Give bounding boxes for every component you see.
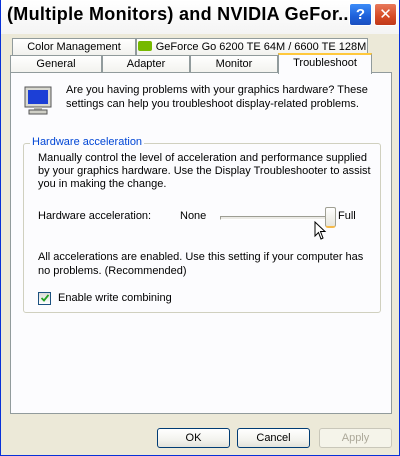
- ok-button[interactable]: OK: [157, 428, 230, 448]
- tab-color-management[interactable]: Color Management: [12, 38, 136, 55]
- slider-min-label: None: [180, 210, 207, 222]
- intro-text: Are you having problems with your graphi…: [66, 84, 368, 110]
- tab-label: General: [36, 58, 76, 70]
- slider-max-label: Full: [338, 210, 356, 222]
- hardware-acceleration-label: Hardware acceleration:: [38, 210, 152, 222]
- tab-adapter[interactable]: Adapter: [102, 55, 190, 73]
- cancel-button[interactable]: Cancel: [237, 428, 310, 448]
- acceleration-slider-track[interactable]: [220, 216, 330, 220]
- tab-label: Monitor: [215, 58, 253, 70]
- help-button[interactable]: ?: [349, 3, 372, 26]
- write-combining-label[interactable]: Enable write combining: [58, 292, 172, 304]
- tab-label: GeForce Go 6200 TE 64M / 6600 TE 128M: [155, 41, 367, 53]
- tab-troubleshoot[interactable]: Troubleshoot: [278, 53, 372, 74]
- apply-button[interactable]: Apply: [319, 428, 392, 448]
- checkmark-icon: [41, 294, 49, 302]
- troubleshoot-panel: Are you having problems with your graphi…: [10, 72, 392, 414]
- tab-general[interactable]: General: [10, 55, 102, 73]
- display-properties-window: (Multiple Monitors) and NVIDIA GeFor... …: [0, 0, 400, 456]
- group-legend: Hardware acceleration: [30, 136, 145, 148]
- group-description: Manually control the level of accelerati…: [38, 152, 371, 190]
- monitor-icon: [24, 86, 52, 115]
- tab-label: Adapter: [126, 58, 166, 70]
- mouse-cursor-icon: [314, 221, 327, 240]
- tab-monitor[interactable]: Monitor: [190, 55, 278, 73]
- write-combining-checkbox[interactable]: [38, 292, 51, 305]
- nvidia-logo-icon: [137, 41, 152, 51]
- tab-label: Color Management: [27, 41, 121, 53]
- acceleration-status-text: All accelerations are enabled. Use this …: [38, 251, 364, 277]
- close-button[interactable]: ✕: [374, 3, 397, 26]
- tab-label: Troubleshoot: [293, 57, 357, 69]
- title-bar[interactable]: (Multiple Monitors) and NVIDIA GeFor... …: [1, 0, 399, 34]
- hardware-acceleration-group: Hardware acceleration Manually control t…: [23, 136, 381, 313]
- window-title: (Multiple Monitors) and NVIDIA GeFor...: [7, 4, 355, 24]
